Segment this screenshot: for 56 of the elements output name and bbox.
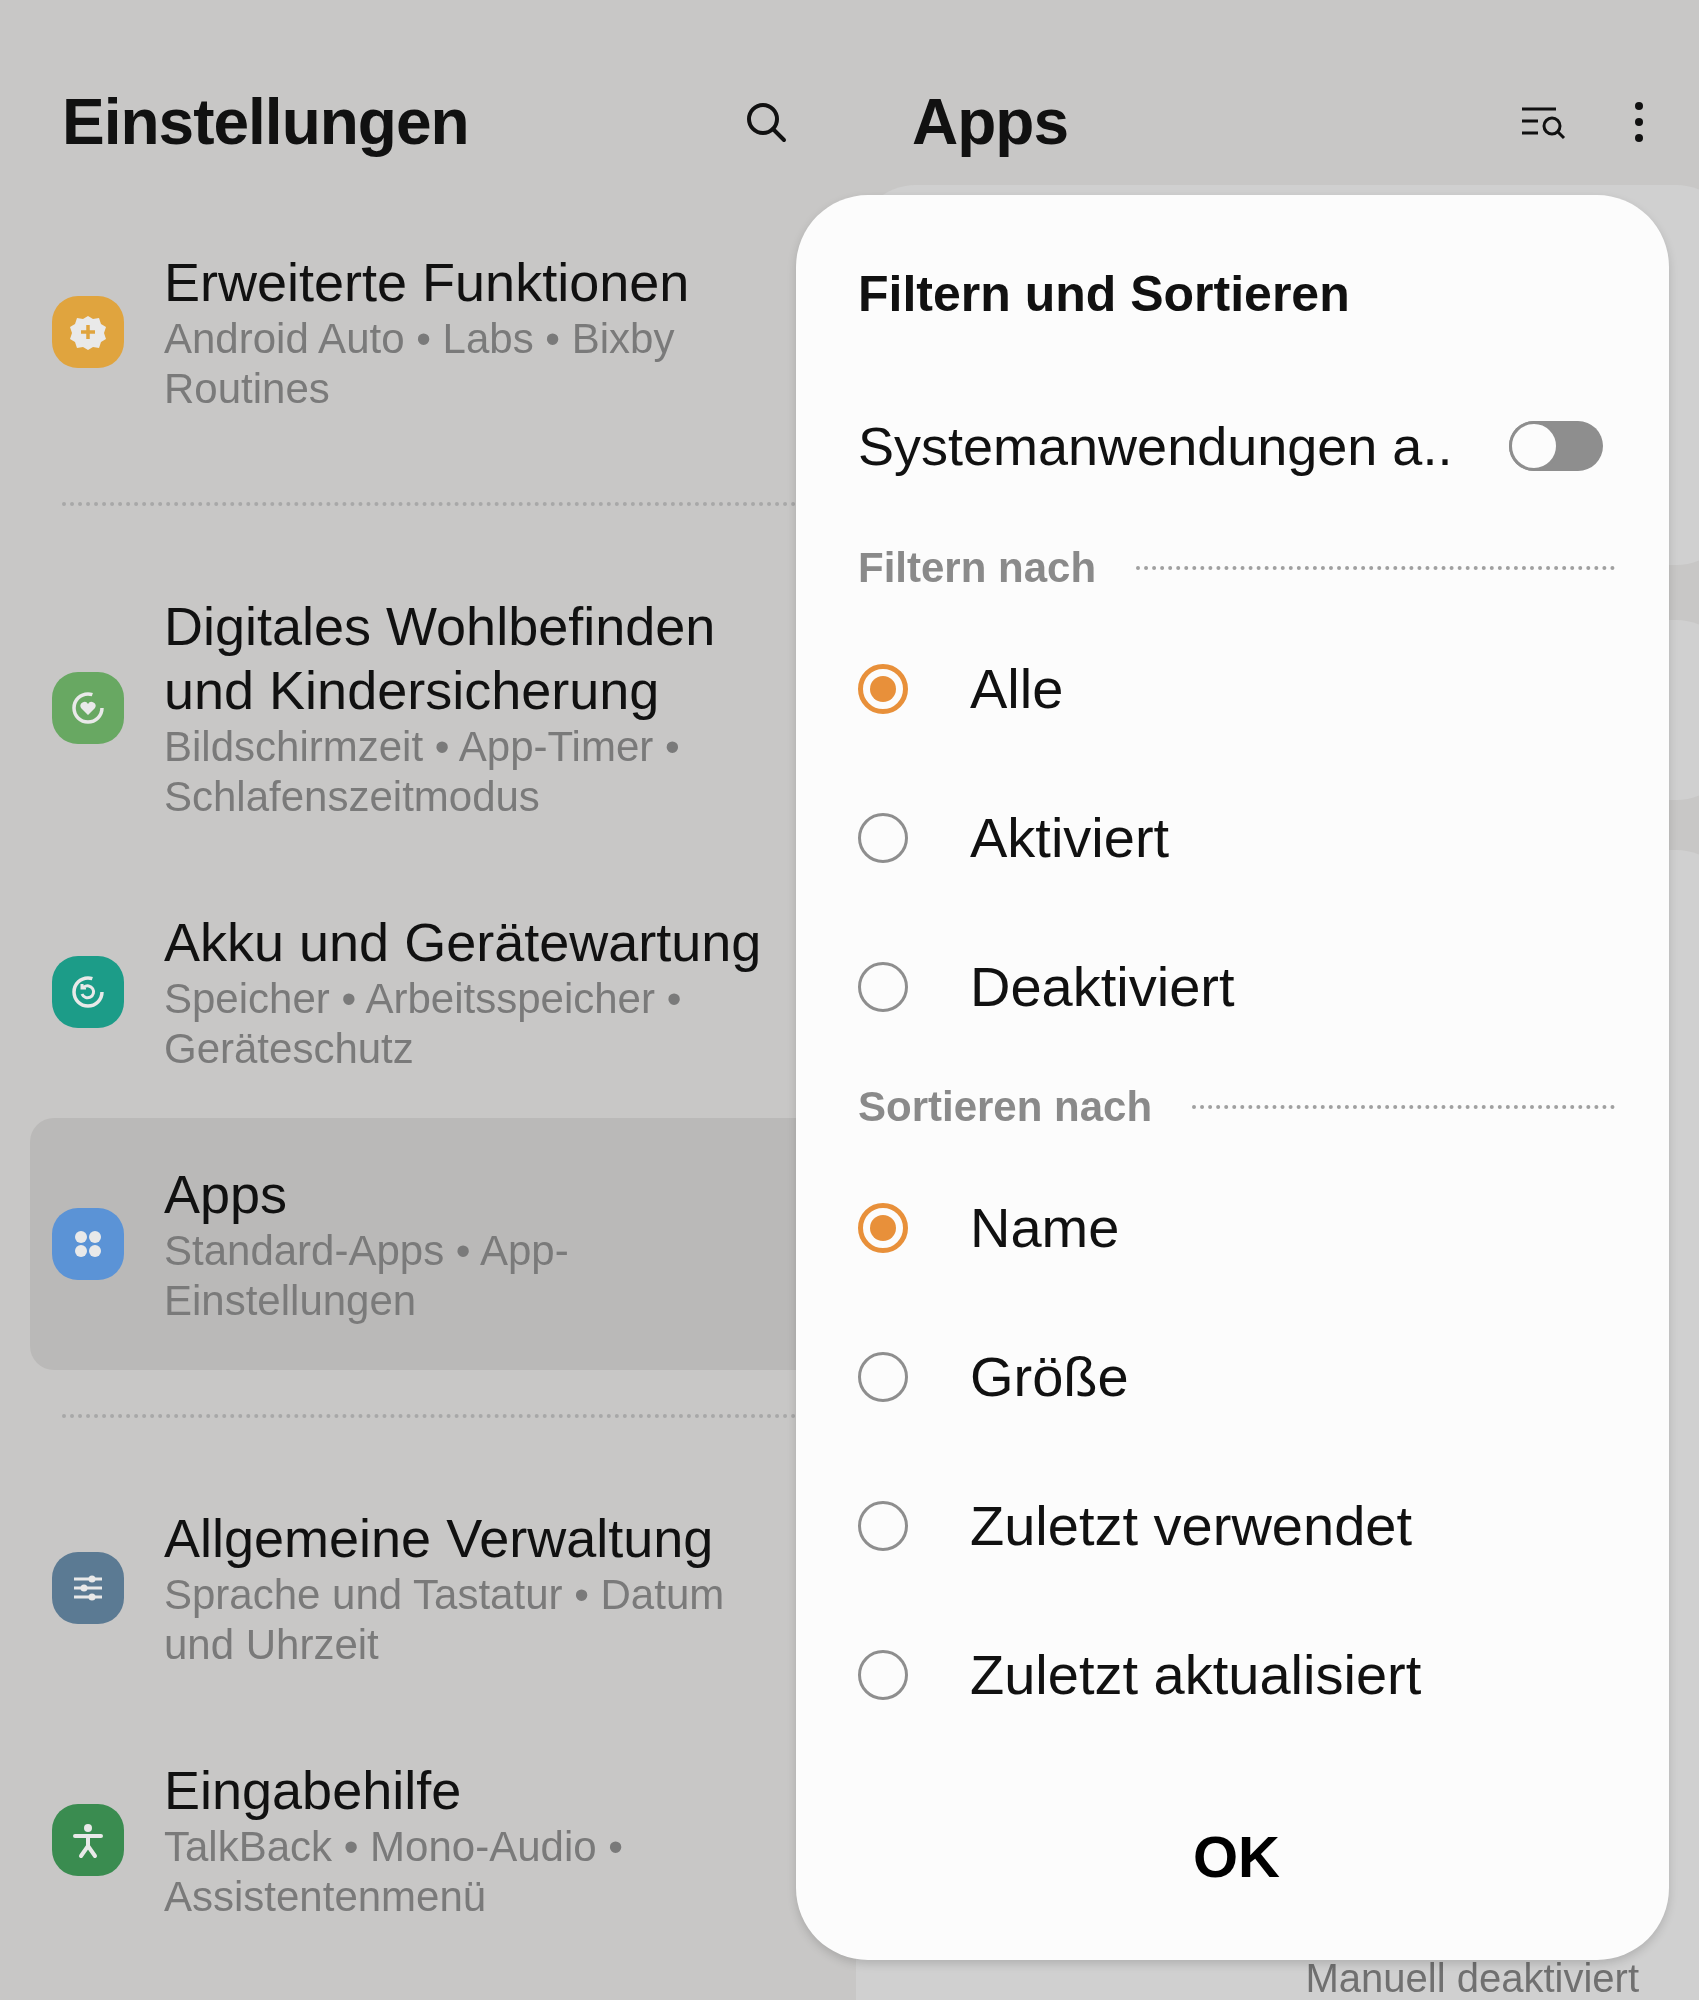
radio-option[interactable]: Größe [858,1302,1615,1451]
radio-button[interactable] [858,1202,908,1253]
radio-option[interactable]: Zuletzt aktualisiert [858,1600,1615,1749]
settings-item[interactable]: Erweiterte Funktionen Android Auto • Labs • Bixby Routines [30,206,796,458]
item-subtitle: Standard-Apps • App-Einstellungen [164,1226,570,1326]
option-label: Zuletzt verwendet [970,1493,1412,1558]
item-title: Akku und Gerätewartung [164,911,762,974]
radio-button[interactable] [858,961,908,1012]
radio-option[interactable]: Deaktiviert [858,912,1615,1061]
settings-item[interactable]: Digitales Wohlbefinden und Kindersicherung Bildschirmzeit • App-Timer • Schlafenszeitmodus [30,550,796,866]
item-title: Erweiterte Funktionen [164,251,690,314]
settings-item[interactable]: Akku und Gerätewartung Speicher • Arbeitsspeicher • Geräteschutz [30,866,796,1118]
search-icon [744,100,788,144]
item-title: Apps [164,1163,288,1226]
radio-option[interactable]: Aktiviert [858,763,1615,912]
settings-item[interactable]: Eingabehilfe TalkBack • Mono-Audio • Assistentenmenü [30,1714,796,1966]
more-icon [1634,100,1644,144]
accessibility-icon [52,1804,124,1876]
item-title: Digitales Wohlbefinden und Kindersicherung [164,595,717,722]
grid-icon [52,1208,124,1280]
item-subtitle: Speicher • Arbeitsspeicher • Geräteschutz [164,974,683,1074]
radio-option[interactable]: Alle [858,614,1615,763]
radio-option[interactable]: Zuletzt verwendet [858,1451,1615,1600]
option-label: Zuletzt aktualisiert [970,1642,1422,1707]
section-heading: Filtern nach [858,544,1097,592]
option-label: Name [970,1195,1120,1260]
item-title: Eingabehilfe [164,1759,462,1822]
sliders-icon [52,1552,124,1624]
status-text: Manuell deaktiviert [1305,1956,1639,2000]
item-subtitle: Android Auto • Labs • Bixby Routines [164,314,676,414]
page-title: Apps [912,85,1069,159]
option-label: Deaktiviert [970,954,1235,1019]
page-title: Einstellungen [62,85,469,159]
radio-button[interactable] [858,1351,908,1402]
heart-icon [52,672,124,744]
radio-button[interactable] [858,812,908,863]
radio-button[interactable] [858,1500,908,1551]
item-subtitle: Bildschirmzeit • App-Timer • Schlafenszeitmodus [164,722,681,822]
radio-option[interactable]: Name [858,1153,1615,1302]
option-label: Aktiviert [970,805,1170,870]
item-title: Allgemeine Verwaltung [164,1507,714,1570]
option-label: Alle [970,656,1064,721]
settings-item[interactable]: Apps Standard-Apps • App-Einstellungen [30,1118,796,1370]
radio-button[interactable] [858,663,908,714]
item-subtitle: TalkBack • Mono-Audio • Assistentenmenü [164,1822,624,1922]
item-subtitle: Sprache und Tastatur • Datum und Uhrzeit [164,1570,726,1670]
toggle-label: Systemanwendungen a.. [858,415,1453,477]
dialog-title: Filtern und Sortieren [858,265,1350,324]
settings-item[interactable]: Allgemeine Verwaltung Sprache und Tastatur • Datum und Uhrzeit [30,1462,796,1714]
radio-button[interactable] [858,1649,908,1700]
toggle-switch[interactable] [1509,421,1603,471]
option-label: Größe [970,1344,1129,1409]
refresh-icon [52,956,124,1028]
section-heading: Sortieren nach [858,1083,1153,1131]
gear-icon [52,296,124,368]
ok-button[interactable]: OK [1163,1813,1310,1900]
